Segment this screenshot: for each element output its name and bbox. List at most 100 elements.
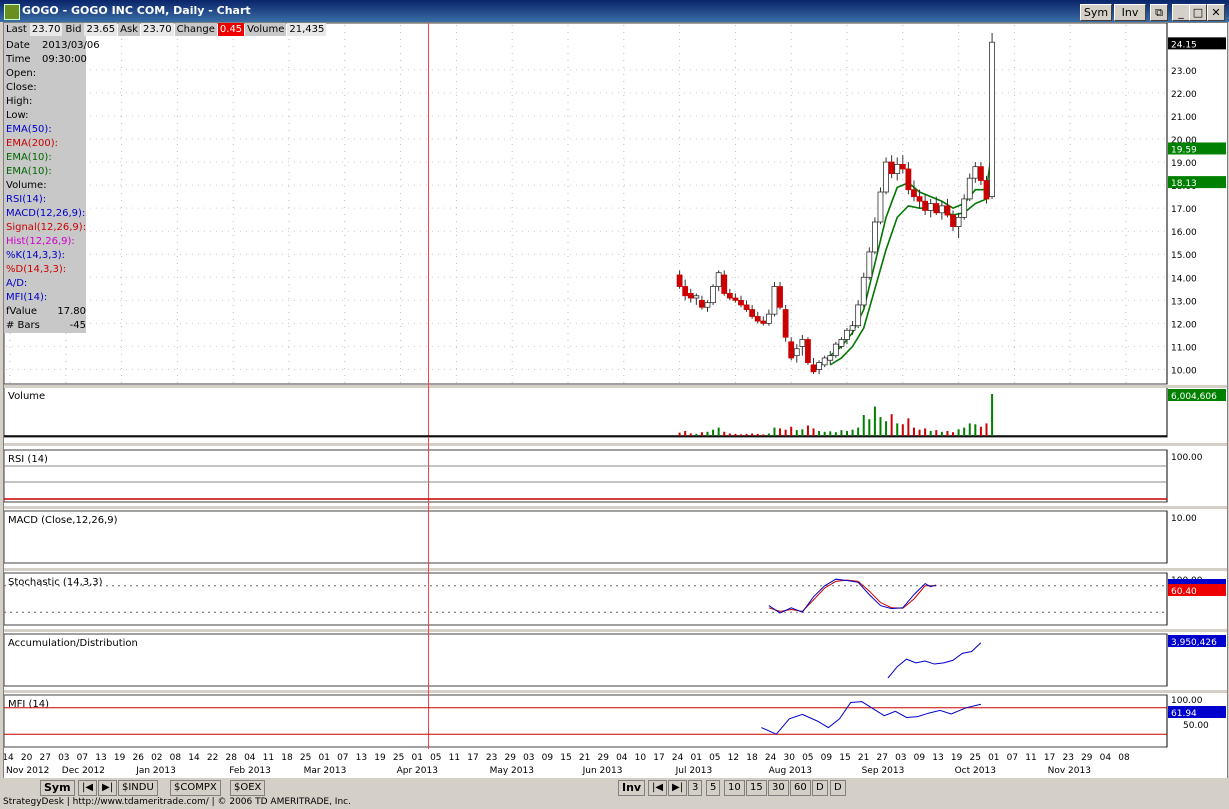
x-day-label: 25 [969, 753, 980, 763]
candle-body [726, 293, 733, 299]
x-day-label: 29 [504, 753, 516, 763]
candle-body [765, 313, 772, 324]
scroll-right-icon[interactable]: ▶| [98, 780, 118, 796]
candle-body [916, 196, 923, 202]
candle-body [955, 216, 962, 227]
x-day-label: 17 [653, 753, 664, 763]
close-icon[interactable]: ✕ [1207, 4, 1225, 21]
candle-body [888, 161, 895, 174]
volume-bar [728, 433, 731, 436]
candle-body [743, 304, 750, 310]
interval-scroll-right-icon[interactable]: ▶| [668, 780, 688, 796]
x-month-label: Jun 2013 [582, 766, 623, 776]
candle-body [905, 168, 912, 191]
x-day-label: 21 [579, 753, 590, 763]
interval-tab-15-3[interactable]: 15 [746, 780, 767, 796]
sym-button[interactable]: Sym [1080, 4, 1112, 21]
mfi-line [761, 701, 982, 735]
volume-bar [873, 406, 876, 436]
candle-body [944, 205, 951, 216]
candle-body [922, 200, 929, 211]
volume-bar [689, 433, 692, 436]
candle-body [927, 203, 934, 211]
price-tick-label: 13.00 [1171, 297, 1197, 307]
interval-tab-d-7[interactable]: D [830, 780, 846, 796]
volume-bar [857, 427, 860, 436]
symbol-tab-compx[interactable]: $COMPX [170, 780, 221, 796]
x-day-label: 23 [1062, 753, 1073, 763]
candle-body [911, 189, 917, 198]
x-day-label: 01 [411, 753, 422, 763]
data-window-value: 17.80 [57, 306, 86, 317]
app-icon [4, 4, 20, 20]
volume-bar [717, 427, 720, 436]
candle-body [978, 166, 984, 181]
data-window-value: -45 [69, 320, 86, 331]
minimize-icon[interactable]: _ [1172, 4, 1190, 21]
pane-splitter [4, 568, 1227, 571]
candle-body [754, 316, 761, 322]
mfi-pane-label: MFI (14) [8, 699, 49, 710]
interval-tab-60-5[interactable]: 60 [790, 780, 811, 796]
x-day-label: 28 [225, 753, 237, 763]
scroll-left-icon[interactable]: |◀ [78, 780, 98, 796]
chart-svg[interactable]: 10.00 11.00 12.00 13.00 14.00 15.00 16.00 17.00… [2, 22, 1227, 779]
data-window-row: Low: [6, 109, 29, 122]
data-window-label: Signal(12,26,9): [6, 222, 87, 233]
x-day-label: 21 [858, 753, 869, 763]
price-tick-label: 10.00 [1171, 366, 1197, 376]
x-day-label: 08 [170, 753, 182, 763]
candle-body [983, 180, 990, 200]
interval-tab-5-1[interactable]: 5 [706, 780, 721, 796]
pane-splitter [4, 385, 1227, 388]
pane-splitter [4, 443, 1227, 446]
interval-tab-30-4[interactable]: 30 [768, 780, 789, 796]
macd-pane-label: MACD (Close,12,26,9) [8, 515, 118, 526]
symbol-tab-indu[interactable]: $INDU [118, 780, 158, 796]
sym-tab-button[interactable]: Sym [40, 780, 75, 796]
volume-bar [723, 431, 726, 436]
volume-bar [784, 429, 787, 436]
volume-bar [979, 426, 982, 436]
price-tick-label: 17.00 [1171, 205, 1197, 215]
pane-border-ad [3, 633, 1168, 687]
price-tick-label: 14.00 [1171, 274, 1197, 284]
chart-area[interactable]: 10.00 11.00 12.00 13.00 14.00 15.00 16.00 17.00… [2, 22, 1228, 780]
data-window-row: %D(14,3,3): [6, 263, 66, 276]
data-window-label: RSI(14): [6, 194, 47, 205]
quote-bar: Last 23.70 Bid 23.65 Ask 23.70 Change 0.45 Volum… [4, 23, 327, 36]
interval-tab-10-2[interactable]: 10 [724, 780, 745, 796]
restore-icon[interactable]: ⧉ [1150, 4, 1168, 21]
x-day-label: 13 [356, 753, 367, 763]
volume-last-label: 6,004,606 [1171, 392, 1217, 402]
interval-tab-d-6[interactable]: D [812, 780, 828, 796]
inv-button[interactable]: Inv [1114, 4, 1146, 21]
interval-scroll-left-icon[interactable]: |◀ [648, 780, 668, 796]
candle-body [961, 198, 968, 218]
interval-tab-3-0[interactable]: 3 [688, 780, 703, 796]
volume-bar [834, 432, 837, 436]
rsi-axis-label: 100.00 [1171, 453, 1203, 463]
candle-body [793, 348, 800, 357]
candle-body [866, 251, 873, 278]
volume-bar [795, 430, 798, 436]
data-window-value: 2013/03/06 [42, 40, 100, 51]
volume-bar [734, 433, 737, 436]
data-window-label: %D(14,3,3): [6, 264, 67, 275]
volume-bar [868, 419, 871, 436]
x-day-label: 30 [783, 753, 795, 763]
x-day-label: 25 [300, 753, 311, 763]
volume-bar [968, 423, 971, 436]
volume-bar [767, 433, 770, 436]
candle-body [972, 166, 979, 179]
volume-bar [700, 432, 703, 436]
volume-bar [952, 432, 955, 436]
x-month-label: Mar 2013 [304, 766, 347, 776]
volume-bar [779, 428, 782, 436]
maximize-icon[interactable]: □ [1189, 4, 1207, 21]
data-window-label: Time [6, 54, 31, 65]
volume-bar [818, 430, 821, 436]
inv-tab-button[interactable]: Inv [618, 780, 646, 796]
data-window-label: Date [6, 40, 30, 51]
symbol-tab-oex[interactable]: $OEX [230, 780, 266, 796]
